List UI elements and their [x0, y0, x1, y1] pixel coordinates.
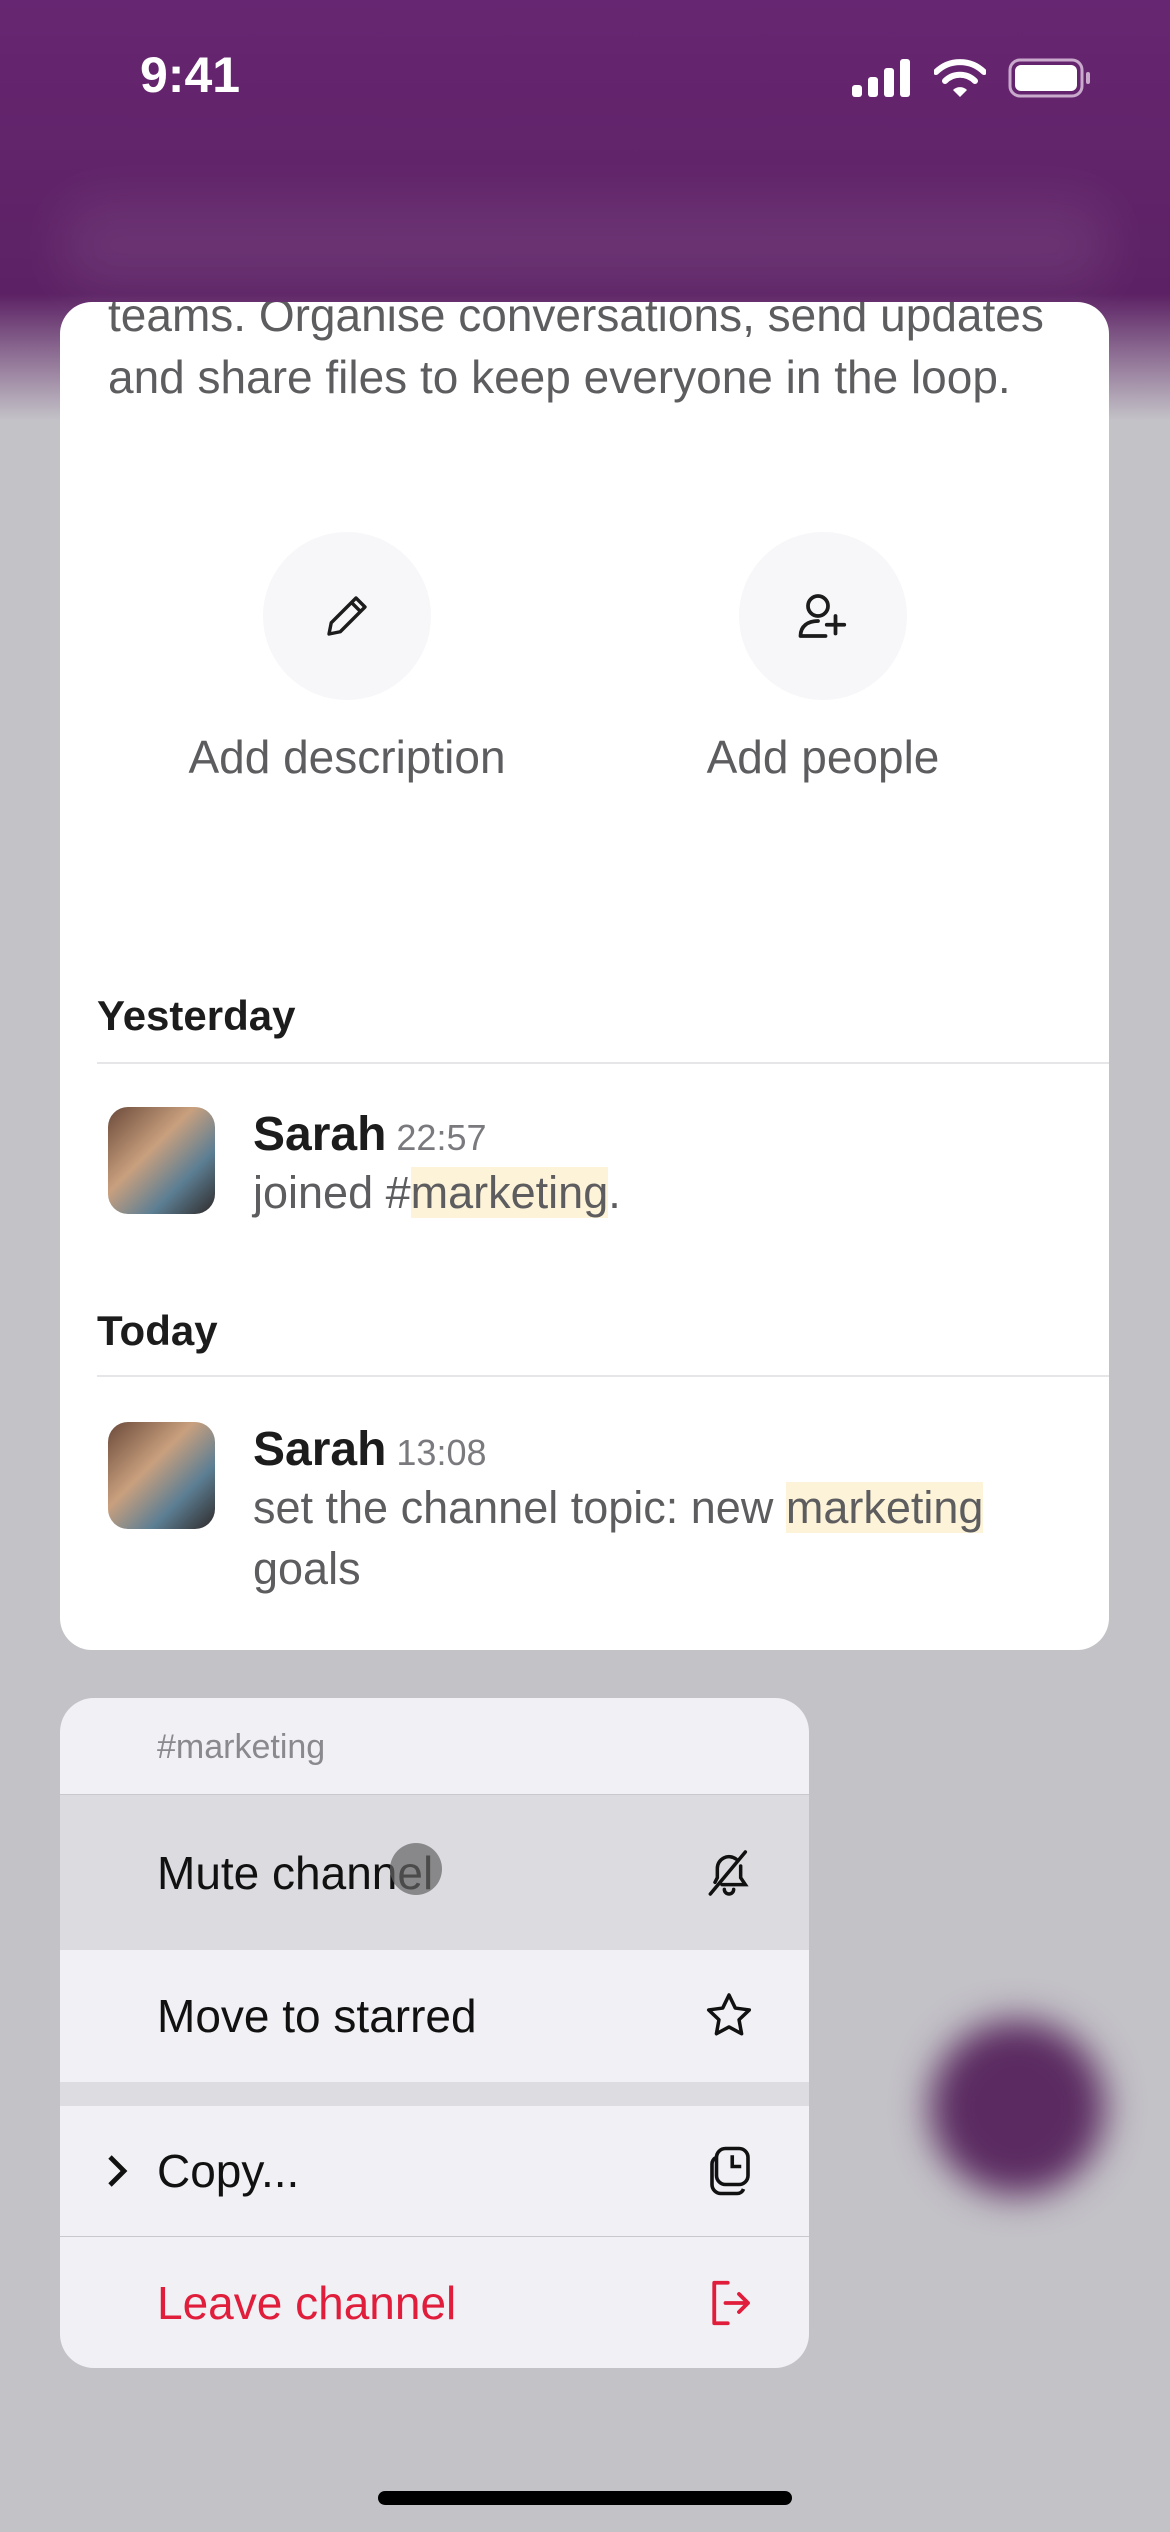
battery-icon	[1008, 58, 1090, 98]
channel-description: teams. Organise conversations, send upda…	[108, 302, 1044, 403]
chevron-right-icon	[108, 2155, 128, 2187]
compose-button	[930, 2020, 1105, 2195]
wifi-icon	[934, 59, 986, 97]
divider	[97, 1062, 1109, 1064]
menu-separator	[60, 2082, 809, 2106]
copy-item[interactable]: Copy...	[60, 2106, 809, 2237]
avatar[interactable]	[108, 1107, 215, 1214]
author-name[interactable]: Sarah	[253, 1108, 386, 1161]
home-indicator[interactable]	[378, 2491, 792, 2505]
avatar[interactable]	[108, 1422, 215, 1529]
signal-icon	[852, 59, 910, 97]
pencil-icon	[327, 596, 367, 636]
star-icon	[706, 1993, 752, 2036]
leave-channel-item[interactable]: Leave channel	[60, 2237, 809, 2368]
context-menu: #marketing Mute channel Move to starred …	[60, 1698, 809, 2368]
message-time: 22:57	[396, 1117, 487, 1158]
bell-slash-icon	[708, 1849, 749, 1896]
move-to-starred-item[interactable]: Move to starred	[60, 1950, 809, 2082]
blurred-header	[60, 200, 1110, 290]
touch-indicator	[390, 1843, 442, 1895]
leave-icon	[712, 2280, 750, 2325]
add-description-button[interactable]: Add description	[157, 532, 537, 784]
highlight-text: marketing	[785, 1482, 984, 1533]
message-time: 13:08	[396, 1432, 487, 1473]
channel-link[interactable]: marketing	[410, 1167, 609, 1218]
day-header-yesterday: Yesterday	[97, 992, 296, 1039]
copy-icon	[710, 2146, 750, 2196]
status-bar: 9:41	[0, 0, 1170, 150]
add-person-icon	[798, 594, 847, 638]
day-header-today: Today	[97, 1307, 218, 1354]
status-time: 9:41	[140, 47, 241, 103]
menu-title: #marketing	[60, 1698, 809, 1795]
add-people-button[interactable]: Add people	[633, 532, 1013, 784]
channel-card: teams. Organise conversations, send upda…	[60, 302, 1109, 1650]
divider	[97, 1375, 1109, 1377]
author-name[interactable]: Sarah	[253, 1423, 386, 1476]
